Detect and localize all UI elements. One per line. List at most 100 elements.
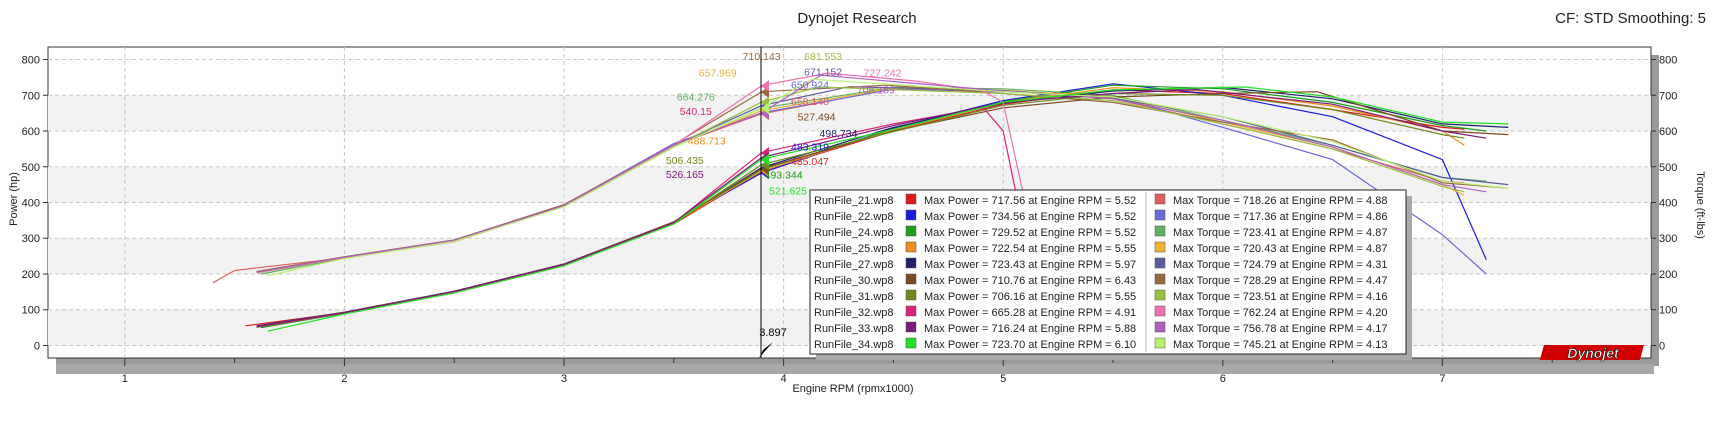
peak-value-label: 485.047 <box>791 156 829 168</box>
x-tick-label: 6 <box>1220 373 1226 385</box>
peak-value-label: 527.494 <box>798 112 836 124</box>
legend-max-torque: Max Torque = 720.43 at Engine RPM = 4.87 <box>1173 243 1387 255</box>
legend-torque-swatch <box>1154 257 1166 269</box>
legend-power-swatch <box>905 193 917 205</box>
y-tick-label-right: 500 <box>1659 162 1677 174</box>
peak-value-label: 710.143 <box>743 51 781 63</box>
legend-torque-swatch <box>1154 225 1166 237</box>
x-axis-bar <box>56 364 1654 374</box>
x-tick-label: 7 <box>1439 373 1445 385</box>
y-tick-label-right: 600 <box>1659 126 1677 138</box>
legend-torque-swatch <box>1154 289 1166 301</box>
y-axis-left-label: Power (hp) <box>8 172 20 226</box>
legend-power-swatch <box>905 273 917 285</box>
y-tick-label-right: 0 <box>1659 340 1665 352</box>
legend-power-swatch <box>905 225 917 237</box>
y-tick-label-right: 300 <box>1659 233 1677 245</box>
peak-value-label: 506.435 <box>666 155 704 167</box>
y-tick-label-left: 100 <box>22 305 40 317</box>
y-tick-label-right: 800 <box>1659 55 1677 67</box>
y-tick-label-right: 700 <box>1659 90 1677 102</box>
legend-max-torque: Max Torque = 756.78 at Engine RPM = 4.17 <box>1173 323 1387 335</box>
legend-max-power: Max Power = 716.24 at Engine RPM = 5.88 <box>924 323 1136 335</box>
cursor-value-label: 3.897 <box>759 327 787 339</box>
peak-value-label: 526.165 <box>666 169 704 181</box>
legend-max-power: Max Power = 723.70 at Engine RPM = 6.10 <box>924 339 1136 351</box>
legend-power-swatch <box>905 337 917 349</box>
peak-value-label: 671.152 <box>804 67 842 79</box>
peak-value-label: 488.713 <box>688 135 726 147</box>
legend-power-swatch <box>905 241 917 253</box>
legend-max-power: Max Power = 710.76 at Engine RPM = 6.43 <box>924 275 1136 287</box>
legend-power-swatch <box>905 209 917 221</box>
chart-title: Dynojet Research <box>797 10 916 27</box>
legend-max-power: Max Power = 729.52 at Engine RPM = 5.52 <box>924 227 1136 239</box>
legend-power-swatch <box>905 305 917 317</box>
legend-max-power: Max Power = 665.28 at Engine RPM = 4.91 <box>924 307 1136 319</box>
legend-max-power: Max Power = 722.54 at Engine RPM = 5.55 <box>924 243 1136 255</box>
y-tick-label-left: 500 <box>22 162 40 174</box>
legend-torque-swatch <box>1154 321 1166 333</box>
grid-band <box>48 95 1651 132</box>
x-tick-label: 5 <box>1000 373 1006 385</box>
y-tick-label-left: 0 <box>34 340 40 352</box>
legend-run-name: RunFile_24.wp8 <box>814 227 894 239</box>
legend-max-torque: Max Torque = 723.41 at Engine RPM = 4.87 <box>1173 227 1387 239</box>
peak-value-label: 681.553 <box>804 51 842 63</box>
legend-max-torque: Max Torque = 723.51 at Engine RPM = 4.16 <box>1173 291 1387 303</box>
legend-max-torque: Max Torque = 762.24 at Engine RPM = 4.20 <box>1173 307 1387 319</box>
legend-run-name: RunFile_33.wp8 <box>814 323 894 335</box>
y-tick-label-right: 400 <box>1659 198 1677 210</box>
y-axis-right-label: Torque (ft-lbs) <box>1694 171 1706 239</box>
y-tick-label-left: 400 <box>22 198 40 210</box>
legend: RunFile_21.wp8 Max Power = 717.56 at Engi… <box>809 189 1412 360</box>
legend-max-torque: Max Torque = 745.21 at Engine RPM = 4.13 <box>1173 339 1387 351</box>
legend-torque-swatch <box>1154 209 1166 221</box>
legend-run-name: RunFile_22.wp8 <box>814 211 894 223</box>
x-tick-label: 2 <box>341 373 347 385</box>
legend-max-torque: Max Torque = 724.79 at Engine RPM = 4.31 <box>1173 259 1387 271</box>
legend-max-power: Max Power = 717.56 at Engine RPM = 5.52 <box>924 195 1136 207</box>
peak-value-label: 521.625 <box>769 186 807 198</box>
y-tick-label-left: 600 <box>22 126 40 138</box>
y-tick-label-right: 200 <box>1659 269 1677 281</box>
y-tick-label-left: 700 <box>22 90 40 102</box>
dyno-chart-svg: Dynojet Research CF: STD Smoothing: 5 1 2… <box>0 0 1714 418</box>
legend-torque-swatch <box>1154 305 1166 317</box>
legend-run-name: RunFile_34.wp8 <box>814 339 894 351</box>
cf-smoothing-label: CF: STD Smoothing: 5 <box>1555 10 1706 27</box>
peak-value-label: 498.734 <box>820 128 858 140</box>
legend-torque-swatch <box>1154 273 1166 285</box>
x-tick-label: 1 <box>122 373 128 385</box>
legend-power-swatch <box>905 321 917 333</box>
legend-power-swatch <box>905 257 917 269</box>
x-tick-label: 4 <box>781 373 787 385</box>
legend-run-name: RunFile_30.wp8 <box>814 275 894 287</box>
x-tick-label: 3 <box>561 373 567 385</box>
legend-max-torque: Max Torque = 717.36 at Engine RPM = 4.86 <box>1173 211 1387 223</box>
legend-power-swatch <box>905 289 917 301</box>
peak-value-label: 657.969 <box>699 68 737 80</box>
y-tick-label-left: 300 <box>22 233 40 245</box>
logo-text: Dynojet <box>1567 345 1620 361</box>
legend-run-name: RunFile_27.wp8 <box>814 259 894 271</box>
peak-value-label: 658.148 <box>791 96 829 108</box>
legend-run-name: RunFile_25.wp8 <box>814 243 894 255</box>
y-tick-label-left: 200 <box>22 269 40 281</box>
peak-value-label: 727.242 <box>863 68 901 80</box>
peak-value-label: 493.344 <box>765 169 803 181</box>
peak-value-label: 650.924 <box>791 80 829 92</box>
legend-torque-swatch <box>1154 193 1166 205</box>
peak-value-label: 708.159 <box>857 85 895 97</box>
legend-run-name: RunFile_21.wp8 <box>814 195 894 207</box>
peak-value-label: 540.15 <box>680 106 712 118</box>
dynojet-logo: Dynojet <box>1539 345 1644 361</box>
legend-torque-swatch <box>1154 337 1166 349</box>
peak-value-label: 664.276 <box>677 91 715 103</box>
peak-value-label: 483.319 <box>791 141 829 153</box>
legend-max-torque: Max Torque = 728.29 at Engine RPM = 4.47 <box>1173 275 1387 287</box>
x-axis-label: Engine RPM (rpmx1000) <box>792 383 913 395</box>
legend-run-name: RunFile_31.wp8 <box>814 291 894 303</box>
legend-max-power: Max Power = 734.56 at Engine RPM = 5.52 <box>924 211 1136 223</box>
legend-run-name: RunFile_32.wp8 <box>814 307 894 319</box>
